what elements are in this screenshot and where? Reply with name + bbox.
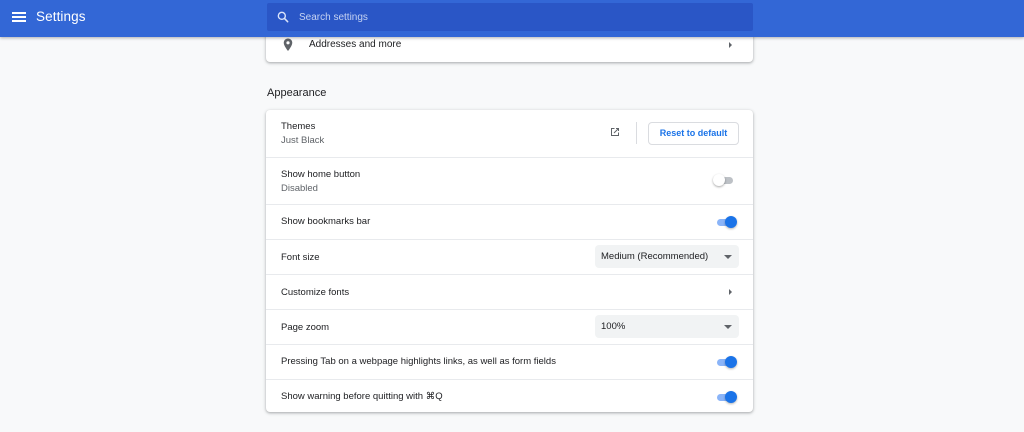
font-size-select[interactable]: Medium (Recommended) <box>595 245 739 268</box>
search-input[interactable] <box>299 8 739 26</box>
page-zoom-value: 100% <box>601 321 626 332</box>
page-title: Settings <box>36 9 86 24</box>
warn-quit-row[interactable]: Show warning before quitting with ⌘Q <box>266 379 753 412</box>
home-button-status: Disabled <box>281 183 318 194</box>
font-size-row: Font size Medium (Recommended) <box>266 239 753 274</box>
page-zoom-row: Page zoom 100% <box>266 309 753 344</box>
warn-quit-label: Show warning before quitting with ⌘Q <box>281 391 443 402</box>
chevron-right-icon <box>729 42 732 48</box>
home-button-row[interactable]: Show home button Disabled <box>266 157 753 204</box>
location-pin-icon <box>283 38 293 51</box>
hamburger-menu-icon[interactable] <box>11 10 27 24</box>
warn-quit-toggle[interactable] <box>715 390 737 404</box>
themes-row: Themes Just Black Reset to default <box>266 110 753 157</box>
reset-theme-button[interactable]: Reset to default <box>648 122 739 145</box>
home-button-toggle[interactable] <box>713 173 735 187</box>
customize-fonts-label: Customize fonts <box>281 287 350 298</box>
bookmarks-bar-toggle[interactable] <box>715 215 737 229</box>
tab-highlights-toggle[interactable] <box>715 355 737 369</box>
home-button-label: Show home button <box>281 169 361 180</box>
dropdown-arrow-icon <box>724 325 732 329</box>
customize-fonts-row[interactable]: Customize fonts <box>266 274 753 309</box>
tab-highlights-row[interactable]: Pressing Tab on a webpage highlights lin… <box>266 344 753 379</box>
appearance-section-title: Appearance <box>267 87 327 99</box>
search-icon <box>277 11 289 23</box>
bookmarks-bar-row[interactable]: Show bookmarks bar <box>266 204 753 239</box>
themes-label: Themes <box>281 121 316 132</box>
dropdown-arrow-icon <box>724 255 732 259</box>
page-zoom-select[interactable]: 100% <box>595 315 739 338</box>
addresses-label: Addresses and more <box>309 39 402 50</box>
themes-value: Just Black <box>281 135 325 146</box>
font-size-label: Font size <box>281 252 320 263</box>
chevron-right-icon <box>729 289 732 295</box>
top-bar: Settings <box>0 0 1024 37</box>
divider <box>636 122 637 144</box>
search-box[interactable] <box>267 3 753 31</box>
page-zoom-label: Page zoom <box>281 322 330 333</box>
appearance-card: Themes Just Black Reset to default Show … <box>266 110 753 412</box>
open-in-new-icon[interactable] <box>609 126 621 138</box>
bookmarks-bar-label: Show bookmarks bar <box>281 216 371 227</box>
tab-highlights-label: Pressing Tab on a webpage highlights lin… <box>281 356 556 367</box>
font-size-value: Medium (Recommended) <box>601 251 709 262</box>
